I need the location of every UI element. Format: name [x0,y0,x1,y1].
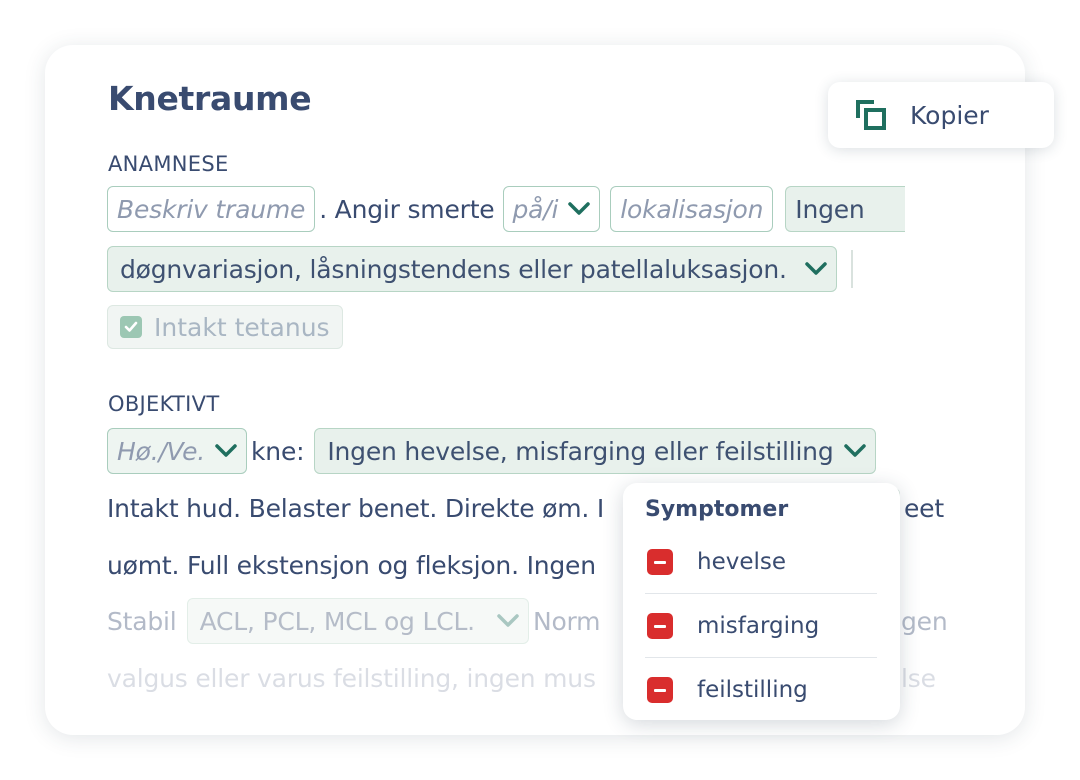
ingen-select-value: døgnvariasjon, låsningstendens eller pat… [120,254,787,284]
objektivt-text-line-a: Intakt hud. Belaster benet. Direkte øm. … [107,493,605,523]
tetanus-checkbox[interactable]: Intakt tetanus [107,305,343,349]
anamnese-section-label: ANAMNESE [108,152,229,176]
chevron-down-icon [843,444,866,457]
traume-input[interactable]: Beskriv traume [107,186,316,232]
gen-text: gen [901,606,948,636]
objektivt-text-line-b: uømt. Full ekstensjon og fleksjon. Ingen [107,550,596,580]
symptom-popup: Symptomer hevelse misfarging feilstillin… [623,483,900,720]
paa-i-select[interactable]: på/i [502,186,601,232]
norm-text: Norm [532,606,601,636]
symptom-popup-title: Symptomer [645,497,789,522]
minus-icon[interactable] [647,613,673,639]
objektivt-row-5: valgus eller varus feilstilling, ingen m… [107,655,600,701]
anamnese-row-3: Intakt tetanus [107,304,343,350]
objektivt-section-label: OBJEKTIVT [108,392,220,416]
objektivt-row-1: Hø./Ve. kne: Ingen hevelse, misfarging e… [107,428,876,474]
lokalisasjon-input[interactable]: lokalisasjon [610,186,774,232]
ligament-select[interactable]: ACL, PCL, MCL og LCL. [186,598,529,644]
chevron-down-icon [497,614,519,627]
symptom-item-hevelse[interactable]: hevelse [645,531,877,594]
symptom-item-feilstilling[interactable]: feilstilling [645,659,877,721]
checkbox-checked-icon [120,316,142,338]
symptom-label: feilstilling [697,677,808,703]
ligament-select-value: ACL, PCL, MCL og LCL. [199,606,476,636]
ingen-select-start[interactable]: Ingen [785,186,905,232]
copy-button-label: Kopier [910,100,989,130]
chevron-down-icon [805,262,827,275]
stabil-text: Stabil [107,606,177,636]
symptom-label: misfarging [697,613,820,639]
objektivt-row-5-right: lse [897,655,940,701]
chevron-down-icon [215,444,237,457]
minus-icon[interactable] [647,677,673,703]
copy-icon [856,100,886,130]
chevron-down-icon [568,202,591,215]
valgus-text: valgus eller varus feilstilling, ingen m… [107,663,596,693]
side-select-value: Hø./Ve. [117,436,206,466]
tetanus-label: Intakt tetanus [154,312,330,342]
symptom-item-misfarging[interactable]: misfarging [645,595,877,658]
anamnese-row-1: Beskriv traume . Angir smerte på/i lokal… [107,186,905,232]
side-select[interactable]: Hø./Ve. [107,428,248,474]
page-title: Knetraume [108,79,312,118]
objektivt-row-3: uømt. Full ekstensjon og fleksjon. Ingen [107,542,600,588]
symptom-label: hevelse [697,549,787,575]
check-icon [124,321,138,332]
paa-i-select-value: på/i [512,194,559,224]
findings-select[interactable]: Ingen hevelse, misfarging eller feilstil… [314,428,876,474]
findings-select-value: Ingen hevelse, misfarging eller feilstil… [327,436,834,466]
anamnese-static-text: . Angir smerte [319,194,495,224]
text-cursor [850,250,853,288]
copy-button[interactable]: Kopier [828,82,1054,148]
objektivt-text-line-a-end: eet [904,493,944,523]
minus-icon[interactable] [647,549,673,575]
objektivt-row-4-right: gen [897,598,952,644]
lse-text: lse [901,663,936,693]
objektivt-row-4: Stabil ACL, PCL, MCL og LCL. Norm [107,598,604,644]
kne-text: kne: [251,436,305,466]
objektivt-row-2: Intakt hud. Belaster benet. Direkte øm. … [107,485,608,531]
anamnese-row-2: døgnvariasjon, låsningstendens eller pat… [107,246,853,292]
ingen-select[interactable]: døgnvariasjon, låsningstendens eller pat… [107,246,837,292]
